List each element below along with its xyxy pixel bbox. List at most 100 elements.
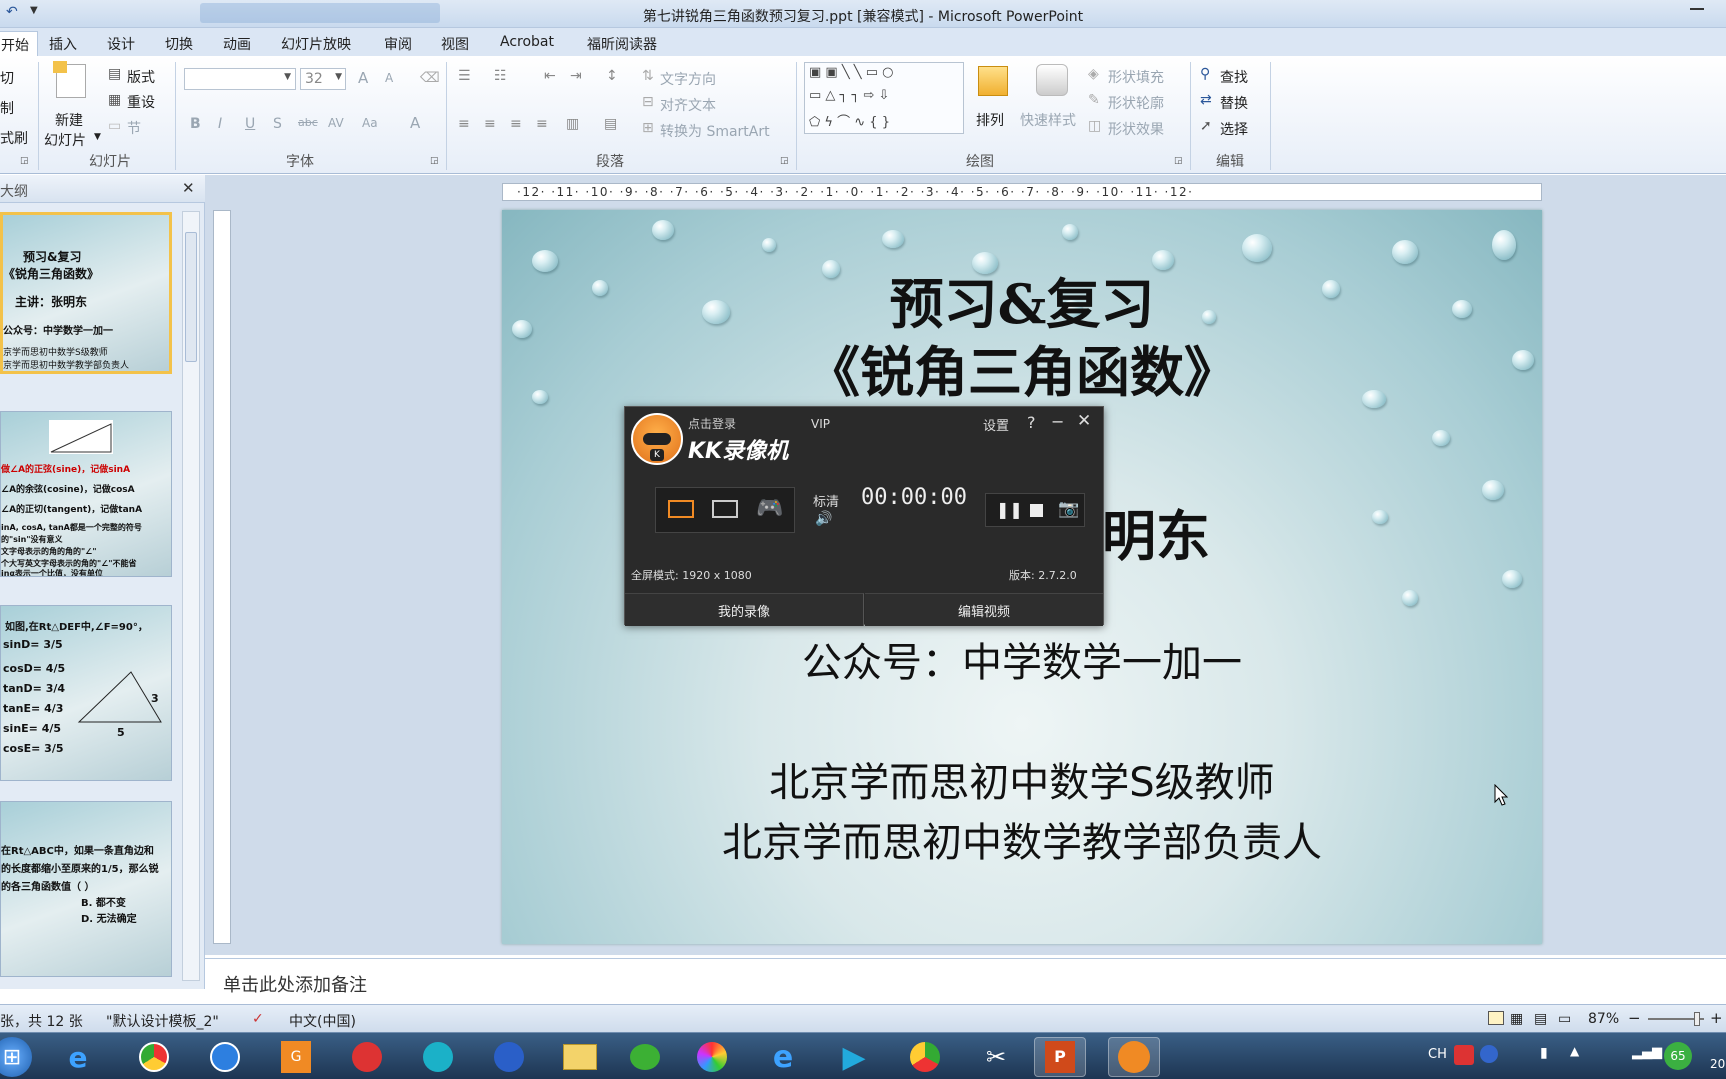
replace-button[interactable]: 替换: [1220, 93, 1248, 113]
line-spacing-icon[interactable]: ↕: [606, 68, 618, 84]
tab-design[interactable]: 设计: [107, 34, 135, 54]
clear-format-icon[interactable]: ⌫: [420, 70, 440, 86]
kk-taskbar-icon[interactable]: [1108, 1037, 1160, 1077]
dialog-launcher-icon[interactable]: ◲: [430, 156, 439, 166]
wechat-icon[interactable]: [619, 1037, 671, 1077]
security-badge[interactable]: 65: [1664, 1042, 1692, 1070]
strikethrough-button[interactable]: abc: [298, 116, 318, 129]
align-left-icon[interactable]: ≡: [458, 116, 470, 132]
increase-indent-icon[interactable]: ⇥: [570, 68, 582, 84]
underline-button[interactable]: U: [245, 116, 255, 132]
cut-button[interactable]: 切: [0, 68, 14, 88]
slide-thumbnail-3[interactable]: 如图,在Rt△DEF中,∠F=90°， sinD= 3/5 cosD= 4/5 …: [0, 605, 172, 781]
tab-animations[interactable]: 动画: [223, 34, 251, 54]
ie-alt-icon[interactable]: e: [757, 1037, 809, 1077]
kk-help-button[interactable]: ?: [1027, 413, 1036, 432]
play-app-icon[interactable]: ▶: [828, 1037, 880, 1077]
kk-quality-select[interactable]: 标清: [813, 491, 839, 510]
columns-icon[interactable]: ▥: [566, 116, 579, 132]
show-hidden-icons[interactable]: ▲: [1570, 1044, 1579, 1058]
copy-button[interactable]: 制: [0, 98, 14, 118]
zoom-out-button[interactable]: −: [1628, 1009, 1641, 1027]
slideshow-icon[interactable]: ▭: [1558, 1011, 1571, 1027]
tab-view[interactable]: 视图: [441, 34, 469, 54]
close-icon[interactable]: ✕: [182, 179, 195, 197]
format-painter-button[interactable]: 式刷: [0, 128, 28, 148]
normal-view-icon[interactable]: [1488, 1011, 1504, 1025]
kk-close-button[interactable]: ✕: [1077, 411, 1091, 431]
tab-foxit[interactable]: 福昕阅读器: [587, 34, 657, 54]
chrome-icon[interactable]: [128, 1037, 180, 1077]
tab-insert[interactable]: 插入: [49, 34, 77, 54]
char-spacing-button[interactable]: AV: [328, 116, 344, 130]
grow-font-button[interactable]: A: [358, 69, 368, 87]
minimize-icon[interactable]: [1690, 8, 1704, 10]
zoom-in-button[interactable]: +: [1710, 1009, 1723, 1027]
kk-settings-button[interactable]: 设置: [983, 415, 1009, 434]
arrange-button[interactable]: 排列: [976, 110, 1004, 130]
app-blue-icon[interactable]: [199, 1037, 251, 1077]
section-button[interactable]: 节: [127, 118, 141, 138]
chrome-old-icon[interactable]: [899, 1037, 951, 1077]
align-text-button[interactable]: 对齐文本: [660, 95, 716, 115]
region-mode-icon[interactable]: [712, 500, 738, 518]
snail-app-icon[interactable]: [341, 1037, 393, 1077]
fullscreen-mode-icon[interactable]: [668, 500, 694, 518]
tools-icon[interactable]: ✂: [970, 1037, 1022, 1077]
game-mode-icon[interactable]: 🎮: [756, 496, 783, 521]
sogou-icon[interactable]: [1454, 1045, 1474, 1065]
new-slide-label[interactable]: 新建: [55, 110, 83, 130]
tray-language[interactable]: CH: [1428, 1047, 1447, 1062]
theme-name[interactable]: "默认设计模板_2": [106, 1011, 219, 1031]
kk-recorder-window[interactable]: K 点击登录 KK录像机 VIP 设置 ? − ✕ 🎮 标清 🔊 00:00:0…: [624, 406, 1104, 626]
slide-thumbnail-1[interactable]: 预习&复习 《锐角三角函数》 主讲：张明东 公众号：中学数学一加一 京学而思初中…: [0, 212, 172, 374]
reset-button[interactable]: 重设: [127, 92, 155, 112]
tab-slideshow[interactable]: 幻灯片放映: [281, 34, 351, 54]
bold-button[interactable]: B: [190, 116, 201, 132]
spellcheck-icon[interactable]: ✓: [252, 1011, 264, 1027]
slides-scrollbar[interactable]: [182, 211, 200, 981]
shapes-gallery[interactable]: ▣ ▣ ╲ ╲ ▭ ○ ▭ △ ┐ ┐ ⇨ ⇩ ⬠ ϟ ⌒ ∿ { }: [804, 62, 964, 134]
slide-thumbnail-2[interactable]: 做∠A的正弦(sine)，记做sinA ∠A的余弦(cosine)，记做cosA…: [0, 411, 172, 577]
pinwheel-icon[interactable]: [686, 1037, 738, 1077]
chevron-down-icon[interactable]: ▼: [94, 132, 101, 142]
shrink-font-button[interactable]: A: [385, 71, 393, 85]
bullets-icon[interactable]: ☰: [458, 68, 471, 84]
new-slide-label-2[interactable]: 幻灯片: [44, 130, 86, 150]
columns-dropdown-icon[interactable]: ▤: [604, 116, 617, 132]
folder-icon[interactable]: [554, 1037, 606, 1077]
clock[interactable]: 20: [1710, 1057, 1725, 1071]
find-button[interactable]: 查找: [1220, 67, 1248, 87]
font-name-combo[interactable]: ▼: [184, 68, 296, 90]
font-color-button[interactable]: A: [410, 114, 420, 132]
tab-acrobat[interactable]: Acrobat: [500, 34, 554, 50]
text-direction-button[interactable]: 文字方向: [660, 69, 716, 89]
kk-minimize-button[interactable]: −: [1051, 412, 1064, 431]
align-right-icon[interactable]: ≡: [510, 116, 522, 132]
kk-vip-link[interactable]: VIP: [811, 417, 830, 431]
reading-view-icon[interactable]: ▤: [1534, 1011, 1547, 1027]
network-icon[interactable]: ▂▄▆: [1632, 1045, 1662, 1060]
stop-icon[interactable]: [1030, 504, 1043, 517]
tab-review[interactable]: 审阅: [384, 34, 412, 54]
my-recordings-button[interactable]: 我的录像: [625, 593, 864, 626]
italic-button[interactable]: I: [218, 116, 222, 132]
kk-login-link[interactable]: 点击登录: [688, 415, 736, 432]
kk-volume-icon[interactable]: 🔊: [815, 511, 832, 527]
align-center-icon[interactable]: ≡: [484, 116, 496, 132]
change-case-button[interactable]: Aa: [362, 116, 378, 130]
slide-sorter-icon[interactable]: ▦: [1510, 1011, 1523, 1027]
ie-icon[interactable]: e: [52, 1037, 104, 1077]
language[interactable]: 中文(中国): [289, 1011, 356, 1031]
tab-outline[interactable]: 大纲: [0, 181, 28, 201]
font-size-combo[interactable]: 32 ▼: [300, 68, 346, 90]
dialog-launcher-icon[interactable]: ◲: [20, 156, 29, 166]
zoom-slider[interactable]: [1648, 1012, 1704, 1026]
help-tray-icon[interactable]: [1480, 1045, 1498, 1063]
convert-smartart-button[interactable]: 转换为 SmartArt: [660, 121, 770, 141]
slide-thumbnail-4[interactable]: 在Rt△ABC中，如果一条直角边和 的长度都缩小至原来的1/5，那么锐 的各三角…: [0, 801, 172, 977]
new-slide-icon[interactable]: [53, 61, 86, 98]
tab-transitions[interactable]: 切换: [165, 34, 193, 54]
media-player-icon[interactable]: [483, 1037, 535, 1077]
battery-icon[interactable]: ▮: [1540, 1045, 1548, 1061]
